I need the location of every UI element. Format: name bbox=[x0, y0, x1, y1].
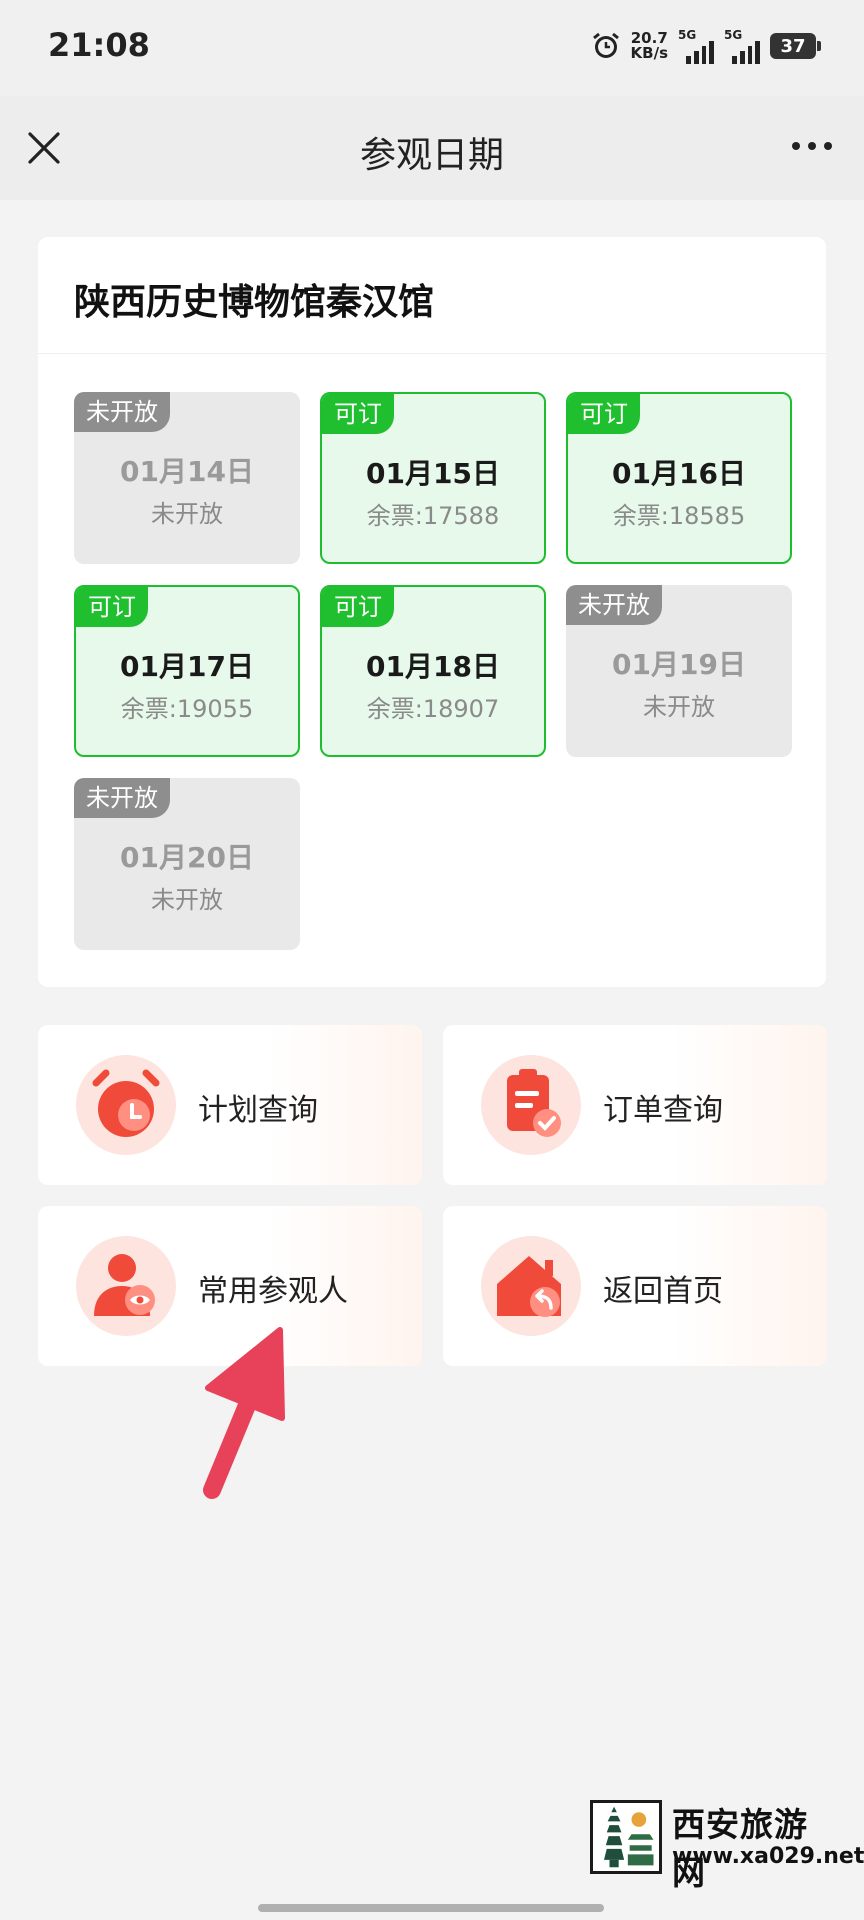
tile-remaining: 余票:19055 bbox=[120, 695, 254, 723]
action-label: 计划查询 bbox=[198, 1093, 318, 1128]
nav-bar: 参观日期 bbox=[0, 96, 864, 200]
user-eye-icon bbox=[76, 1236, 176, 1336]
card-divider bbox=[38, 353, 826, 354]
status-badge: 未开放 bbox=[566, 585, 662, 625]
tile-remaining: 未开放 bbox=[151, 886, 223, 914]
date-tile[interactable]: 可订 01月17日 余票:19055 bbox=[74, 585, 300, 757]
action-label: 订单查询 bbox=[603, 1093, 723, 1128]
signal-label: 5G bbox=[724, 28, 743, 42]
page-title: 参观日期 bbox=[359, 135, 504, 176]
tile-date: 01月15日 bbox=[366, 457, 500, 490]
signal-icon: 5G bbox=[678, 28, 714, 64]
status-badge: 可订 bbox=[76, 587, 148, 627]
back-home-button[interactable]: 返回首页 bbox=[443, 1206, 827, 1366]
status-badge: 可订 bbox=[322, 587, 394, 627]
tile-date: 01月20日 bbox=[120, 841, 254, 874]
status-badge: 可订 bbox=[322, 394, 394, 434]
status-time: 21:08 bbox=[48, 26, 150, 64]
status-badge: 可订 bbox=[568, 394, 640, 434]
action-label: 常用参观人 bbox=[198, 1274, 348, 1309]
home-return-icon bbox=[481, 1236, 581, 1336]
tile-remaining: 余票:18585 bbox=[612, 502, 746, 530]
tile-remaining: 未开放 bbox=[151, 500, 223, 528]
date-tile[interactable]: 可订 01月18日 余票:18907 bbox=[320, 585, 546, 757]
alarm-clock-icon bbox=[76, 1055, 176, 1155]
watermark-url: www.xa029.net bbox=[672, 1844, 864, 1869]
tile-date: 01月17日 bbox=[120, 650, 254, 683]
status-bar: 21:08 20.7 KB/s 5G 5G 37 bbox=[0, 0, 864, 96]
net-speed-unit: KB/s bbox=[630, 44, 668, 62]
more-icon[interactable] bbox=[792, 142, 832, 150]
museum-card: 陕西历史博物馆秦汉馆 未开放 01月14日 未开放 可订 01月15日 余票:1… bbox=[38, 237, 826, 987]
tile-date: 01月16日 bbox=[612, 457, 746, 490]
alarm-icon bbox=[592, 32, 619, 58]
tile-date: 01月14日 bbox=[120, 455, 254, 488]
tile-remaining: 余票:17588 bbox=[366, 502, 500, 530]
date-tile[interactable]: 可订 01月15日 余票:17588 bbox=[320, 392, 546, 564]
signal-label: 5G bbox=[678, 28, 697, 42]
action-label: 返回首页 bbox=[603, 1274, 723, 1309]
home-indicator[interactable] bbox=[258, 1904, 604, 1912]
status-badge: 未开放 bbox=[74, 392, 170, 432]
status-icons: 20.7 KB/s 5G 5G 37 bbox=[591, 28, 821, 64]
battery-icon: 37 bbox=[770, 33, 821, 59]
battery-level: 37 bbox=[780, 35, 806, 57]
museum-name: 陕西历史博物馆秦汉馆 bbox=[74, 282, 435, 323]
date-tile[interactable]: 未开放 01月20日 未开放 bbox=[74, 778, 300, 950]
tile-date: 01月18日 bbox=[366, 650, 500, 683]
signal-icon: 5G bbox=[724, 28, 760, 64]
tile-remaining: 余票:18907 bbox=[366, 695, 500, 723]
watermark: 西安旅游网 www.xa029.net bbox=[590, 1800, 864, 1892]
plan-query-button[interactable]: 计划查询 bbox=[38, 1025, 422, 1185]
clipboard-check-icon bbox=[481, 1055, 581, 1155]
tile-remaining: 未开放 bbox=[643, 693, 715, 721]
net-speed: 20.7 KB/s bbox=[631, 31, 668, 61]
status-badge: 未开放 bbox=[74, 778, 170, 818]
date-tile[interactable]: 未开放 01月14日 未开放 bbox=[74, 392, 300, 564]
pointer-arrow-annotation bbox=[203, 1327, 285, 1499]
date-tile[interactable]: 未开放 01月19日 未开放 bbox=[566, 585, 792, 757]
pagoda-logo-icon bbox=[590, 1800, 662, 1874]
date-tile[interactable]: 可订 01月16日 余票:18585 bbox=[566, 392, 792, 564]
tile-date: 01月19日 bbox=[612, 648, 746, 681]
order-query-button[interactable]: 订单查询 bbox=[443, 1025, 827, 1185]
